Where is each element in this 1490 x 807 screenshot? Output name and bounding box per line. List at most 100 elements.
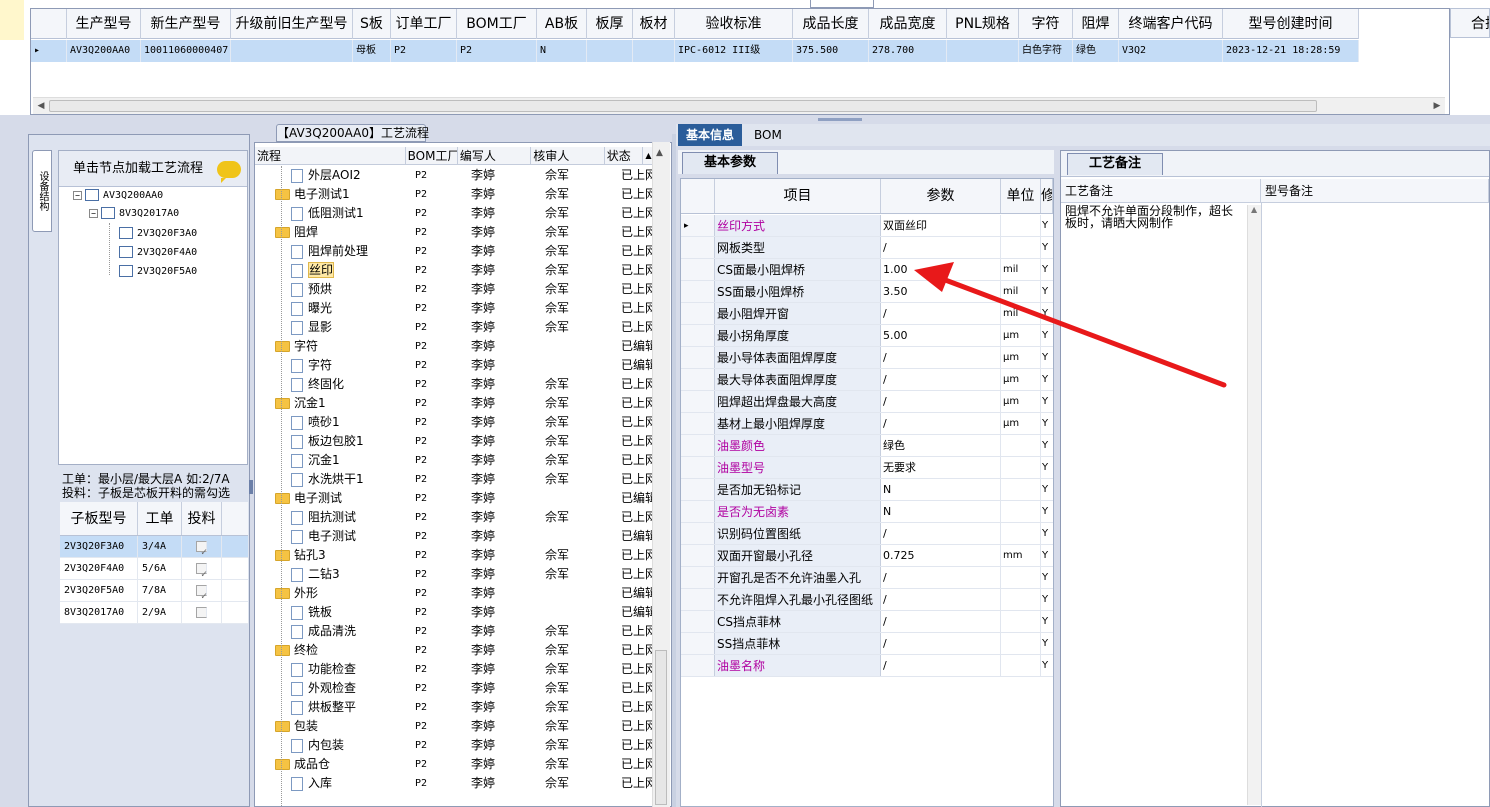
column-header[interactable]: 升级前旧生产型号: [231, 9, 353, 39]
sub-board-feed[interactable]: ✓: [182, 580, 222, 602]
column-header[interactable]: 生产型号: [67, 9, 141, 39]
column-header[interactable]: 阻焊: [1073, 9, 1119, 39]
feed-checkbox[interactable]: ✓: [196, 541, 207, 558]
process-name-cell[interactable]: 成品清洗: [255, 622, 411, 641]
process-name-cell[interactable]: 字符: [255, 356, 411, 375]
process-name-cell[interactable]: 二钻3: [255, 565, 411, 584]
basic-param-row[interactable]: 最小导体表面阻焊厚度 / μm Y: [681, 347, 1053, 369]
param-value[interactable]: /: [881, 391, 1001, 412]
param-value[interactable]: 双面丝印: [881, 215, 1001, 236]
process-row[interactable]: 二钻3 P2 李婷 佘军 已上网: [255, 565, 655, 584]
scroll-left-icon[interactable]: ◀: [35, 100, 47, 112]
param-value[interactable]: 3.50: [881, 281, 1001, 302]
scroll-thumb[interactable]: [49, 100, 1317, 112]
grid-cell[interactable]: P2: [391, 40, 457, 62]
process-name-cell[interactable]: 终检: [255, 641, 411, 660]
param-value[interactable]: N: [881, 479, 1001, 500]
process-name-cell[interactable]: 沉金1: [255, 394, 411, 413]
sub-board-feed[interactable]: ✓: [182, 558, 222, 580]
process-name-cell[interactable]: 铣板: [255, 603, 411, 622]
column-header[interactable]: 板材: [633, 9, 675, 39]
tree-node[interactable]: 2V3Q20F4A0: [119, 244, 197, 262]
process-row[interactable]: 包装 P2 李婷 佘军 已上网: [255, 717, 655, 736]
middle-splitter[interactable]: [672, 134, 676, 807]
grid-cell[interactable]: [231, 40, 353, 62]
process-name-cell[interactable]: 曝光: [255, 299, 411, 318]
process-row[interactable]: 字符 P2 李婷 已编辑: [255, 356, 655, 375]
process-row[interactable]: 电子测试 P2 李婷 已编辑: [255, 489, 655, 508]
process-row[interactable]: 预烘 P2 李婷 佘军 已上网: [255, 280, 655, 299]
process-row[interactable]: 显影 P2 李婷 佘军 已上网: [255, 318, 655, 337]
craft-scroll-up-icon[interactable]: ▲: [1248, 205, 1261, 214]
basic-param-row[interactable]: CS挡点菲林 / Y: [681, 611, 1053, 633]
column-header[interactable]: 终端客户代码: [1119, 9, 1223, 39]
sub-board-row[interactable]: 2V3Q20F5A0 7/8A ✓: [60, 580, 248, 602]
column-header[interactable]: S板: [353, 9, 391, 39]
process-name-cell[interactable]: 电子测试: [255, 489, 411, 508]
basic-param-row[interactable]: 阻焊超出焊盘最大高度 / μm Y: [681, 391, 1053, 413]
process-name-cell[interactable]: 沉金1: [255, 451, 411, 470]
column-header[interactable]: 成品宽度: [869, 9, 947, 39]
vertical-tab[interactable]: 设备结构: [32, 150, 52, 232]
process-name-cell[interactable]: 钻孔3: [255, 546, 411, 565]
param-value[interactable]: /: [881, 655, 1001, 676]
process-name-cell[interactable]: 烘板整平: [255, 698, 411, 717]
basic-param-row[interactable]: 开窗孔是否不允许油墨入孔 / Y: [681, 567, 1053, 589]
process-name-cell[interactable]: 入库: [255, 774, 411, 793]
param-value[interactable]: /: [881, 633, 1001, 654]
craft-note-text[interactable]: 阻焊不允许单面分段制作，超长 板时，请晒大网制作: [1065, 205, 1247, 229]
process-name-cell[interactable]: 显影: [255, 318, 411, 337]
grid-cell[interactable]: N: [537, 40, 587, 62]
tree-expand-icon[interactable]: −: [89, 208, 98, 218]
process-row[interactable]: 烘板整平 P2 李婷 佘军 已上网: [255, 698, 655, 717]
sub-board-row[interactable]: 2V3Q20F3A0 3/4A ✓: [60, 536, 248, 558]
param-value[interactable]: /: [881, 303, 1001, 324]
column-header[interactable]: 板厚: [587, 9, 633, 39]
basic-param-row[interactable]: 是否加无铅标记 N Y: [681, 479, 1053, 501]
feed-checkbox[interactable]: [196, 607, 207, 618]
sub-board-row[interactable]: 2V3Q20F4A0 5/6A ✓: [60, 558, 248, 580]
column-header[interactable]: 订单工厂: [391, 9, 457, 39]
top-tab-handle[interactable]: [810, 0, 874, 8]
basic-param-row[interactable]: 双面开窗最小孔径 0.725 mm Y: [681, 545, 1053, 567]
process-name-cell[interactable]: 功能检查: [255, 660, 411, 679]
process-scroll-thumb[interactable]: [655, 650, 667, 805]
process-row[interactable]: 入库 P2 李婷 佘军 已上网: [255, 774, 655, 793]
basic-param-row[interactable]: ▸ 丝印方式 双面丝印 Y: [681, 215, 1053, 237]
tab-craft-notes[interactable]: 工艺备注: [1067, 153, 1163, 175]
grid-cell[interactable]: [633, 40, 675, 62]
process-name-cell[interactable]: 阻抗测试: [255, 508, 411, 527]
basic-param-row[interactable]: 油墨颜色 绿色 Y: [681, 435, 1053, 457]
grid-cell[interactable]: 375.500: [793, 40, 869, 62]
basic-param-row[interactable]: 最大导体表面阻焊厚度 / μm Y: [681, 369, 1053, 391]
tree-node[interactable]: 2V3Q20F5A0: [119, 263, 197, 281]
tab-basic-info[interactable]: 基本信息: [678, 124, 743, 146]
param-value[interactable]: 无要求: [881, 457, 1001, 478]
basic-param-row[interactable]: 基材上最小阻焊厚度 / μm Y: [681, 413, 1053, 435]
feed-checkbox[interactable]: ✓: [196, 563, 207, 580]
tab-basic-params[interactable]: 基本参数: [682, 152, 778, 174]
process-flow-title[interactable]: 【AV3Q200AA0】工艺流程: [276, 124, 429, 142]
grid-cell[interactable]: P2: [457, 40, 537, 62]
process-row[interactable]: 成品清洗 P2 李婷 佘军 已上网: [255, 622, 655, 641]
process-name-cell[interactable]: 外观检查: [255, 679, 411, 698]
left-splitter-grip[interactable]: [249, 480, 253, 494]
process-row[interactable]: 电子测试 P2 李婷 已编辑: [255, 527, 655, 546]
process-name-cell[interactable]: 预烘: [255, 280, 411, 299]
process-row[interactable]: 低阻测试1 P2 李婷 佘军 已上网: [255, 204, 655, 223]
process-row[interactable]: 电子测试1 P2 李婷 佘军 已上网: [255, 185, 655, 204]
basic-param-row[interactable]: 油墨名称 / Y: [681, 655, 1053, 677]
grid-cell[interactable]: 278.700: [869, 40, 947, 62]
grid-cell[interactable]: IPC-6012 III级: [675, 40, 793, 62]
tree-node[interactable]: − AV3Q200AA0: [73, 187, 163, 205]
process-column-header[interactable]: 核审人: [531, 147, 605, 164]
process-row[interactable]: 曝光 P2 李婷 佘军 已上网: [255, 299, 655, 318]
process-name-cell[interactable]: 包装: [255, 717, 411, 736]
process-row[interactable]: 成品仓 P2 李婷 佘军 已上网: [255, 755, 655, 774]
process-name-cell[interactable]: 阻焊: [255, 223, 411, 242]
column-header[interactable]: PNL规格: [947, 9, 1019, 39]
tree-node[interactable]: 2V3Q20F3A0: [119, 225, 197, 243]
scroll-right-icon[interactable]: ▶: [1431, 100, 1443, 112]
process-row[interactable]: 沉金1 P2 李婷 佘军 已上网: [255, 394, 655, 413]
process-row[interactable]: 阻抗测试 P2 李婷 佘军 已上网: [255, 508, 655, 527]
